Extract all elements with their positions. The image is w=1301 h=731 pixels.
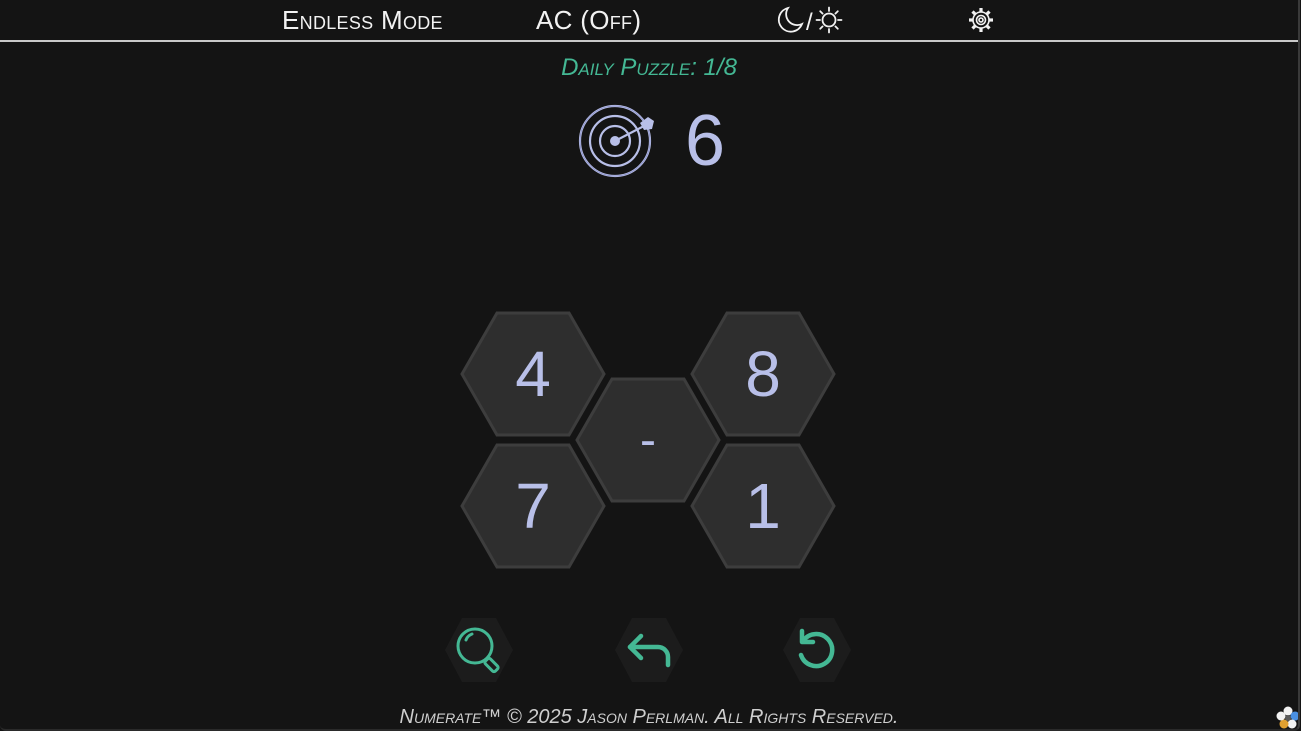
tile-label: 7 xyxy=(515,470,551,542)
moon-icon xyxy=(776,6,804,39)
target-number: 6 xyxy=(685,101,726,181)
target-dartboard-icon xyxy=(578,103,658,184)
tile-label: 1 xyxy=(745,470,781,542)
copyright-footer: Numerate™ © 2025 Jason Perlman. All Righ… xyxy=(399,706,899,728)
daily-puzzle-label: Daily Puzzle: 1/8 xyxy=(561,54,737,81)
number-tile[interactable]: 7 xyxy=(460,443,606,569)
theme-separator: / xyxy=(806,8,813,36)
theme-toggle[interactable]: / xyxy=(776,6,843,39)
endless-mode-button[interactable]: Endless Mode xyxy=(282,5,443,36)
flower-logo-icon xyxy=(1276,706,1298,729)
hint-button[interactable] xyxy=(444,617,514,683)
undo-button[interactable] xyxy=(614,617,684,683)
number-tile[interactable]: 1 xyxy=(690,443,836,569)
game-screen: Endless Mode AC (Off) / Daily Puzzle: 1/… xyxy=(0,0,1300,731)
top-bar: Endless Mode AC (Off) / xyxy=(0,0,1298,42)
sun-icon xyxy=(815,6,843,39)
reset-button[interactable] xyxy=(782,617,852,683)
ac-toggle-button[interactable]: AC (Off) xyxy=(536,5,641,36)
settings-gear-icon[interactable] xyxy=(967,6,995,39)
